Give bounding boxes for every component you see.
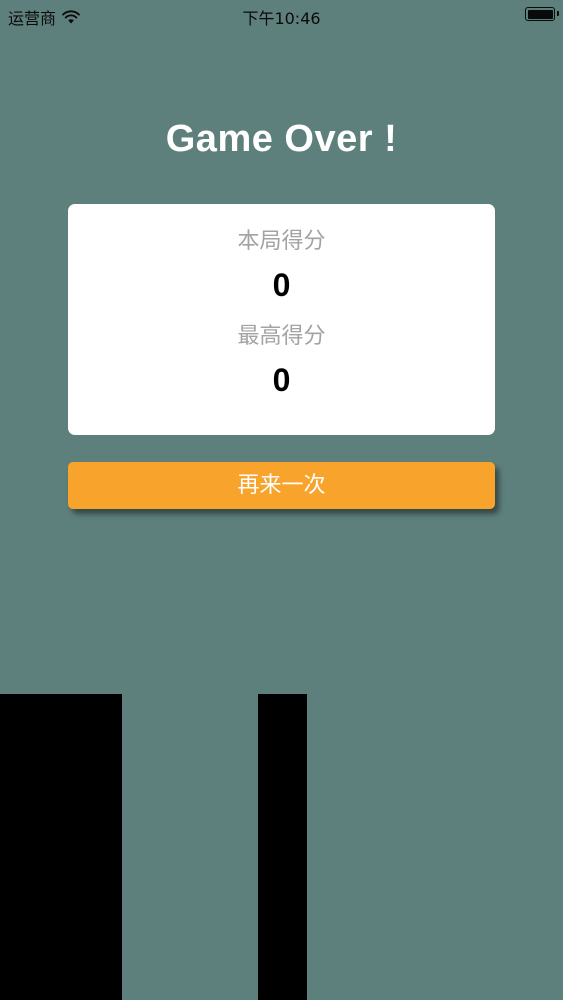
obstacle-pillar-right <box>258 694 307 1000</box>
status-time: 下午10:46 <box>242 9 321 28</box>
current-score-value: 0 <box>272 267 291 303</box>
best-score-label: 最高得分 <box>237 324 326 349</box>
battery-icon <box>525 7 559 21</box>
game-over-title: Game Over ! <box>165 118 398 160</box>
current-score-label: 本局得分 <box>237 229 326 254</box>
obstacle-pillar-left <box>0 694 122 1000</box>
best-score-value: 0 <box>272 362 291 398</box>
status-bar: 运营商 下午10:46 <box>0 0 563 30</box>
retry-button[interactable]: 再来一次 <box>68 462 495 509</box>
